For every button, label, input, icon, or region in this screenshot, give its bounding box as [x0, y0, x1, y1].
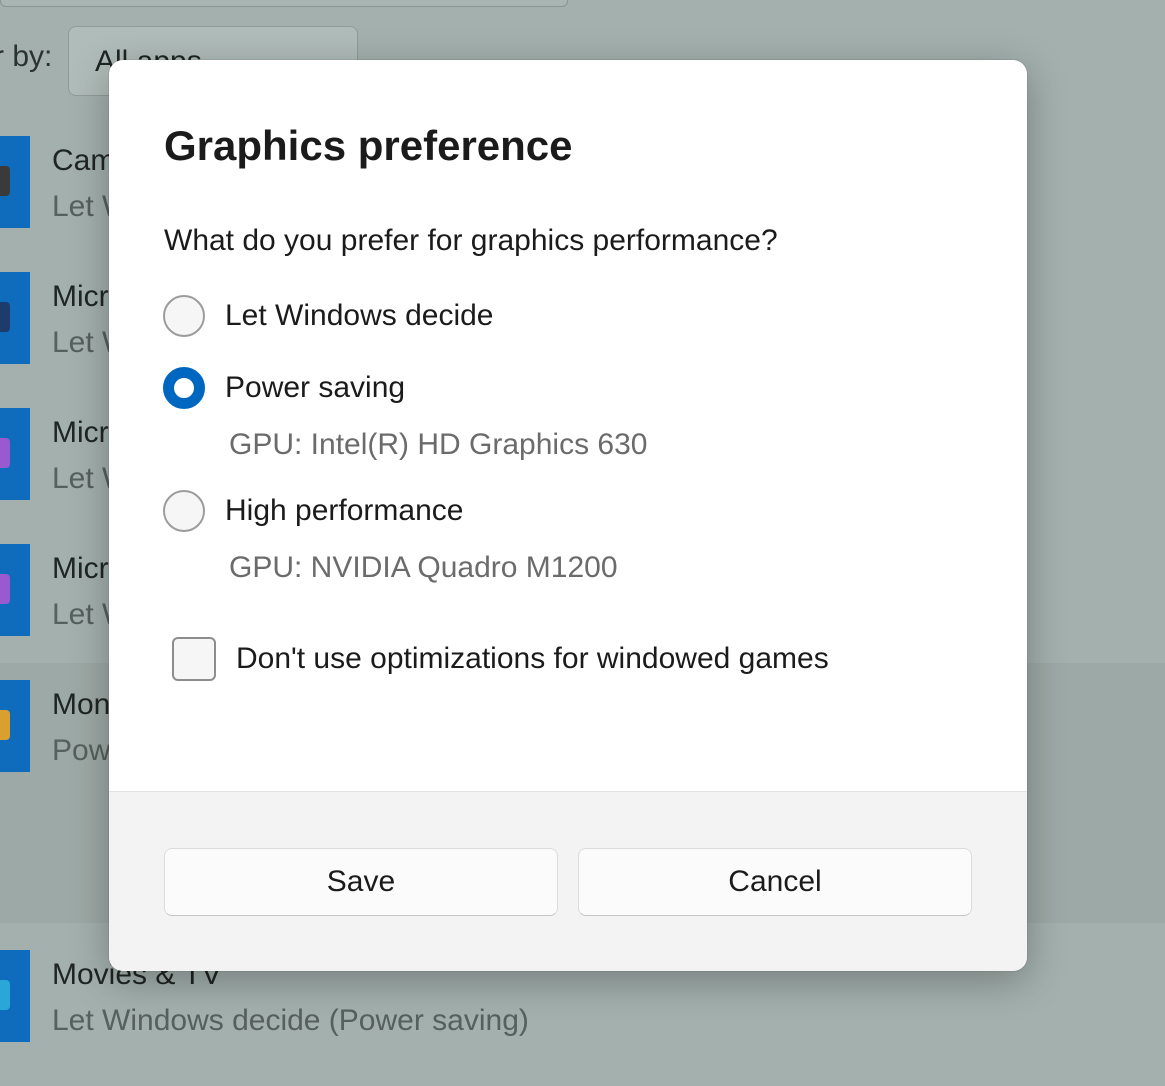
- app-name: Micr: [52, 416, 109, 449]
- radio-let-windows-decide[interactable]: Let Windows decide: [163, 293, 493, 339]
- checkbox-label: Don't use optimizations for windowed gam…: [236, 642, 829, 675]
- radio-high-performance[interactable]: High performance: [163, 488, 463, 534]
- app-preference: Let Windows decide (Power saving): [52, 1004, 529, 1037]
- radio-label: High performance: [225, 494, 464, 527]
- microsoft-app-icon: [0, 408, 30, 500]
- radio-label: Power saving: [225, 371, 406, 404]
- app-preference: Pow: [52, 734, 111, 767]
- checkbox[interactable]: [172, 637, 216, 681]
- dialog-question: What do you prefer for graphics performa…: [164, 224, 778, 257]
- power-saving-gpu-caption: GPU: Intel(R) HD Graphics 630: [229, 428, 648, 461]
- radio-button[interactable]: [163, 295, 205, 337]
- microsoft-app-icon: [0, 272, 30, 364]
- cancel-button[interactable]: Cancel: [578, 848, 972, 916]
- background-search-box: [0, 0, 568, 7]
- radio-power-saving[interactable]: Power saving: [163, 365, 405, 411]
- filter-by-label: r by:: [0, 40, 53, 73]
- dialog-title: Graphics preference: [164, 122, 573, 169]
- radio-button-selected[interactable]: [163, 367, 205, 409]
- radio-button[interactable]: [163, 490, 205, 532]
- app-name: Micr: [52, 552, 109, 585]
- movies-tv-app-icon: [0, 950, 30, 1042]
- app-name: Cam: [52, 144, 116, 177]
- high-performance-gpu-caption: GPU: NVIDIA Quadro M1200: [229, 551, 618, 584]
- app-name: Mon: [52, 688, 111, 721]
- camera-app-icon: [0, 136, 30, 228]
- app-icon: [0, 680, 30, 772]
- windowed-games-optimization-checkbox[interactable]: Don't use optimizations for windowed gam…: [172, 636, 829, 682]
- microsoft-app-icon: [0, 544, 30, 636]
- radio-label: Let Windows decide: [225, 299, 494, 332]
- app-name: Micr: [52, 280, 109, 313]
- graphics-preference-dialog: Graphics preference What do you prefer f…: [109, 60, 1027, 971]
- save-button[interactable]: Save: [164, 848, 558, 916]
- dialog-footer: Save Cancel: [109, 791, 1027, 971]
